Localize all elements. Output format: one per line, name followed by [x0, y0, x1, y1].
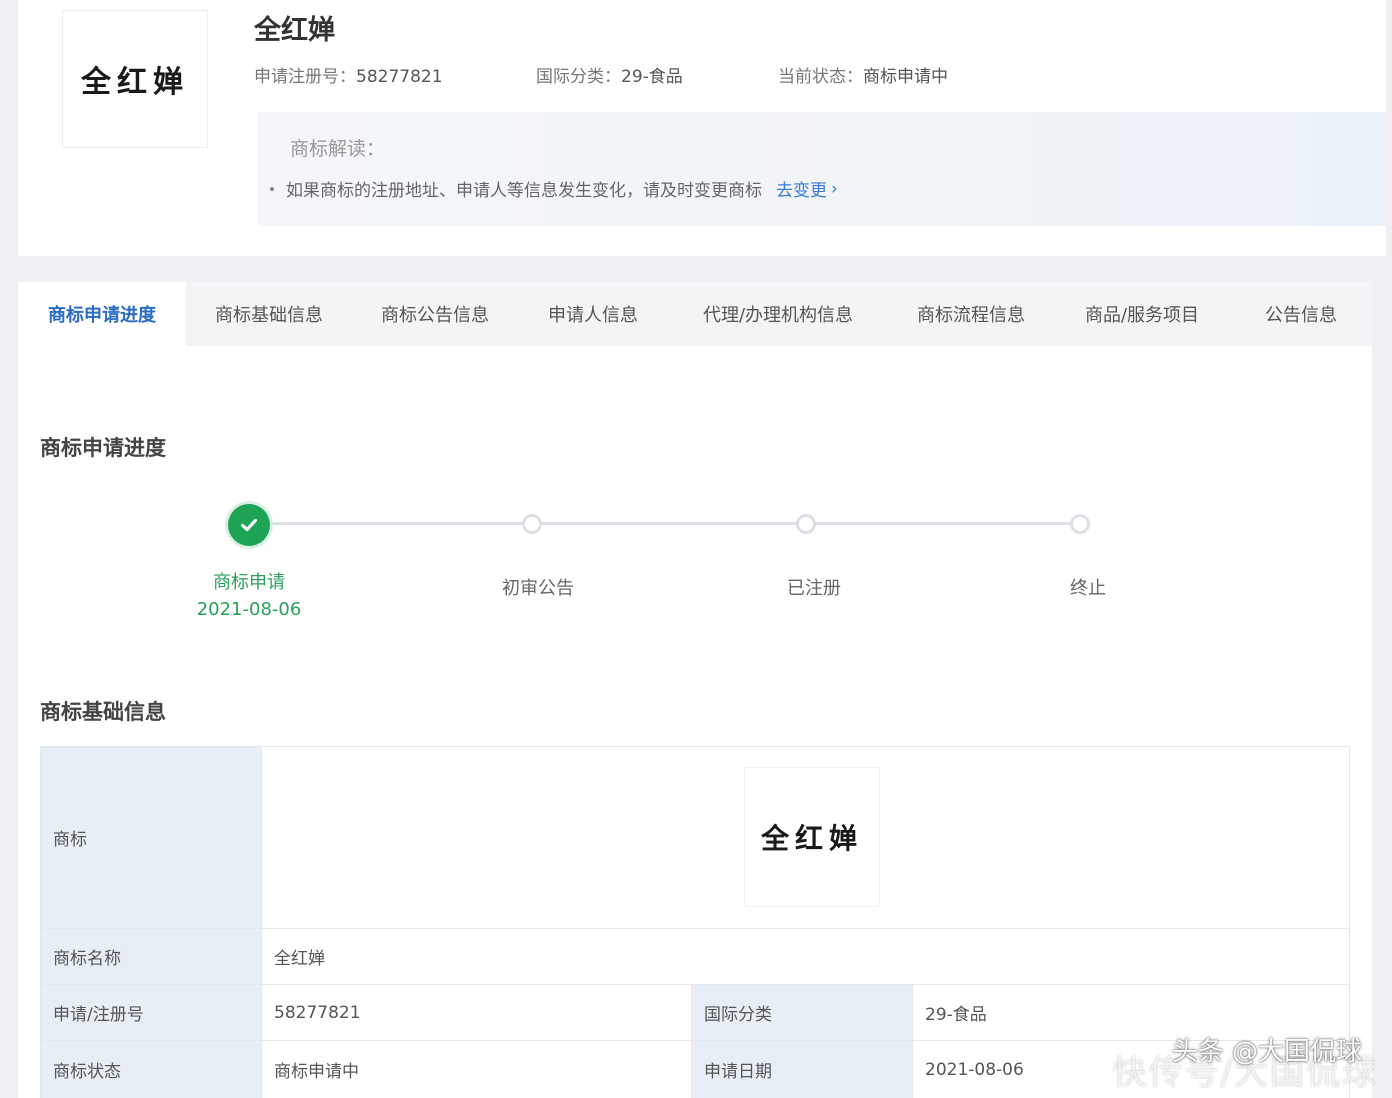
trademark-logo-text: 全红婵 [81, 65, 189, 100]
tab-gazette-info[interactable]: 公告信息 [1230, 282, 1372, 346]
meta-intl-class: 国际分类：29-食品 [536, 67, 683, 87]
watermark: 头条 @大国侃球 [1171, 1037, 1362, 1067]
table-key-name: 商标名称 [41, 929, 262, 985]
reading-title: 商标解读： [290, 138, 386, 160]
table-key-reg-no: 申请/注册号 [41, 985, 262, 1041]
step-label-preliminary: 初审公告 [502, 578, 574, 599]
table-val-name: 全红婵 [262, 929, 1350, 985]
main-content: 商标申请进度 商标申请 2021-08-06 初审公告 已注册 终止 商标基础信… [18, 346, 1372, 1098]
table-key-trademark: 商标 [41, 747, 262, 929]
table-val-status: 商标申请中 [262, 1041, 692, 1098]
reading-tip: 如果商标的注册地址、申请人等信息发生变化，请及时变更商标 去变更 › [270, 176, 838, 201]
step-dot-terminated [1070, 514, 1090, 534]
table-val-reg-no: 58277821 [262, 985, 692, 1041]
table-key-intl-class: 国际分类 [692, 985, 913, 1041]
tab-goods-services[interactable]: 商品/服务项目 [1054, 282, 1230, 346]
tab-process-info[interactable]: 商标流程信息 [888, 282, 1054, 346]
step-label-application: 商标申请 [213, 572, 285, 593]
table-key-apply-date: 申请日期 [692, 1041, 913, 1098]
meta-status: 当前状态：商标申请中 [778, 67, 948, 87]
progress-section-title: 商标申请进度 [40, 436, 166, 460]
meta-reg-no: 申请注册号：58277821 [254, 67, 443, 87]
tab-basic-info[interactable]: 商标基础信息 [186, 282, 352, 346]
basic-info-section-title: 商标基础信息 [40, 700, 166, 724]
trademark-reading-box: 商标解读： 如果商标的注册地址、申请人等信息发生变化，请及时变更商标 去变更 › [258, 112, 1386, 226]
step-label-terminated: 终止 [1070, 578, 1106, 599]
tab-agency-info[interactable]: 代理/办理机构信息 [668, 282, 888, 346]
tab-applicant-info[interactable]: 申请人信息 [518, 282, 668, 346]
trademark-title: 全红婵 [254, 15, 335, 46]
tab-announcement-info[interactable]: 商标公告信息 [352, 282, 518, 346]
bullet-dot [270, 186, 274, 191]
trademark-logo: 全红婵 [62, 10, 208, 148]
trademark-image-text: 全红婵 [760, 822, 863, 855]
reading-tip-text: 如果商标的注册地址、申请人等信息发生变化，请及时变更商标 [286, 181, 762, 201]
change-link[interactable]: 去变更 [776, 176, 827, 201]
trademark-image: 全红婵 [744, 767, 880, 907]
table-val-trademark-image: 全红婵 [262, 747, 1350, 929]
step-dot-registered [796, 514, 816, 534]
progress-track [268, 522, 1082, 525]
chevron-right-icon[interactable]: › [831, 179, 838, 199]
step-label-registered: 已注册 [787, 578, 841, 599]
step-dot-preliminary [522, 514, 542, 534]
step-done-check-icon [228, 504, 270, 546]
step-date-application: 2021-08-06 [196, 599, 302, 620]
tab-application-progress[interactable]: 商标申请进度 [18, 282, 186, 346]
table-key-status: 商标状态 [41, 1041, 262, 1098]
trademark-header-card: 全红婵 全红婵 申请注册号：58277821 国际分类：29-食品 当前状态：商… [18, 0, 1386, 256]
tab-bar: 商标申请进度 商标基础信息 商标公告信息 申请人信息 代理/办理机构信息 商标流… [18, 282, 1372, 346]
